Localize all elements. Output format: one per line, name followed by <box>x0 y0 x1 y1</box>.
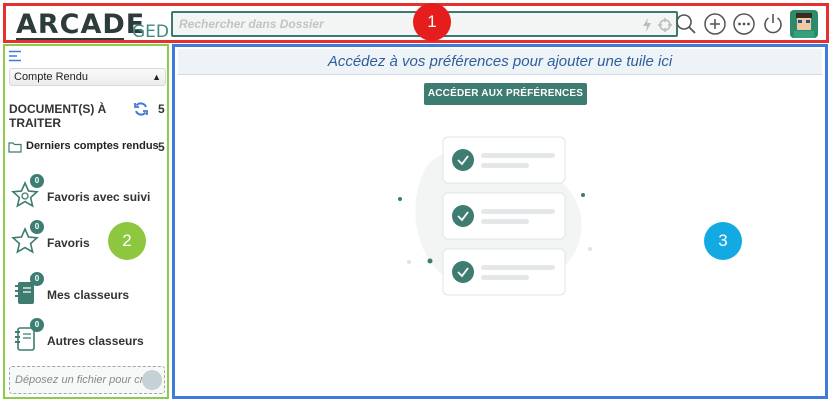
main-content: Accédez à vos préférences pour ajouter u… <box>172 44 828 399</box>
search-input[interactable] <box>179 15 629 33</box>
badge-count: 0 <box>30 272 44 286</box>
logo-underline <box>16 38 124 40</box>
nav-label: Favoris <box>47 236 90 250</box>
drop-zone-text: Déposez un fichier pour cr... <box>15 374 153 386</box>
crosshair-icon[interactable] <box>657 17 673 33</box>
menu-toggle-icon[interactable] <box>9 50 21 62</box>
folder-select-value: Compte Rendu <box>14 71 88 83</box>
select-arrows-icon: ▲ <box>152 72 161 82</box>
tiles-banner: Accédez à vos préférences pour ajouter u… <box>178 49 822 75</box>
region-marker-2: 2 <box>108 222 146 260</box>
user-avatar[interactable] <box>790 10 818 38</box>
folder-select[interactable]: Compte Rendu ▲ <box>9 68 166 86</box>
nav-favorites-tracking[interactable]: 0 Favoris avec suivi <box>11 174 161 212</box>
last-reports-label: Derniers comptes rendus <box>26 140 159 152</box>
logo-text: ARCADE <box>16 9 146 40</box>
last-reports-item[interactable]: Derniers comptes rendus <box>8 139 159 155</box>
header-actions <box>674 9 818 39</box>
app-root: ARCADE GED Rechercher dans Dossier Compt… <box>0 0 833 406</box>
badge-count: 0 <box>30 318 44 332</box>
badge-count: 0 <box>30 174 44 188</box>
sidebar: Compte Rendu ▲ DOCUMENT(S) À TRAITER 5 D… <box>3 44 169 399</box>
search-icon[interactable] <box>674 12 698 36</box>
documents-count: 5 <box>158 102 165 116</box>
folder-icon <box>8 142 22 153</box>
nav-label: Autres classeurs <box>47 334 144 348</box>
upload-icon[interactable] <box>142 370 162 390</box>
region-marker-1: 1 <box>413 3 451 41</box>
last-reports-count: 5 <box>158 140 165 154</box>
logo-subtext: GED <box>132 22 170 42</box>
region-marker-3: 3 <box>704 222 742 260</box>
file-drop-zone[interactable]: Déposez un fichier pour cr... <box>9 366 165 394</box>
badge-count: 0 <box>30 220 44 234</box>
power-icon[interactable] <box>761 12 785 36</box>
refresh-icon[interactable] <box>133 101 149 117</box>
bolt-icon[interactable] <box>639 17 655 33</box>
more-icon[interactable] <box>732 12 756 36</box>
avatar-face-icon <box>790 10 818 38</box>
nav-label: Mes classeurs <box>47 288 130 302</box>
documents-to-process-heading: DOCUMENT(S) À TRAITER <box>9 102 107 130</box>
nav-other-binders[interactable]: 0 Autres classeurs <box>11 318 161 356</box>
empty-tiles-illustration <box>398 136 592 296</box>
open-preferences-button[interactable]: ACCÉDER AUX PRÉFÉRENCES <box>424 83 587 105</box>
nav-my-binders[interactable]: 0 Mes classeurs <box>11 272 161 310</box>
add-icon[interactable] <box>703 12 727 36</box>
app-logo[interactable]: ARCADE GED <box>16 9 170 42</box>
nav-label: Favoris avec suivi <box>47 190 151 204</box>
